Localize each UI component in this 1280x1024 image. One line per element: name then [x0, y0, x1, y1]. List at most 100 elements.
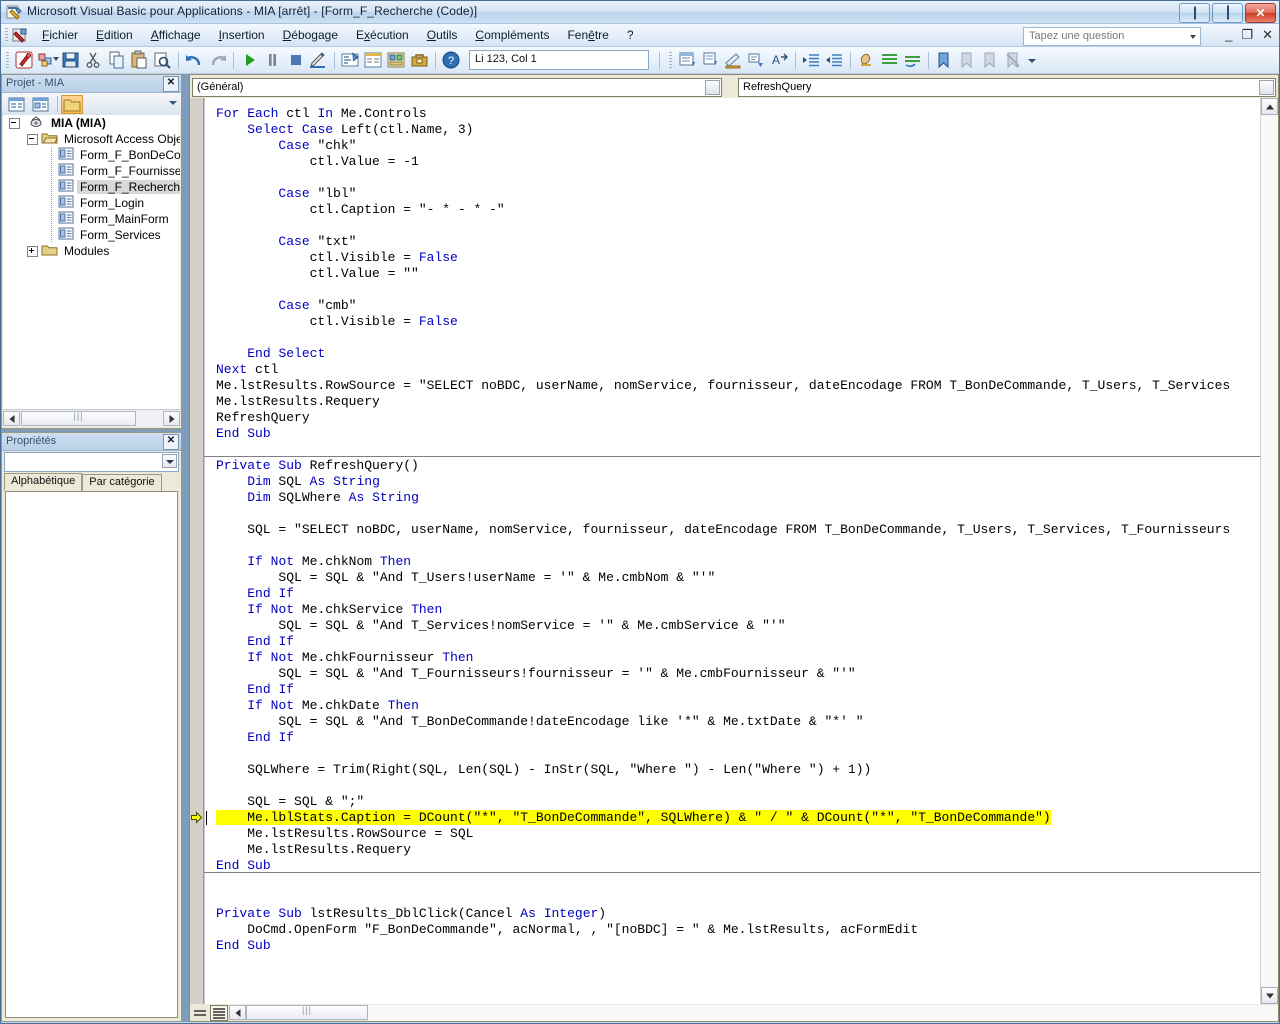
code-line[interactable]: Me.lstResults.Requery [204, 394, 1278, 410]
close-icon[interactable]: ✕ [163, 434, 179, 450]
view-object-icon[interactable] [30, 95, 52, 114]
code-line[interactable]: End Select [204, 346, 1278, 362]
scroll-right-button[interactable] [163, 411, 180, 426]
menu-affichage[interactable]: Affichage [142, 25, 210, 45]
mdi-close-button[interactable]: ✕ [1262, 26, 1273, 44]
tab-alphabetique[interactable]: Alphabétique [4, 473, 83, 491]
code-text[interactable]: For Each ctl In Me.Controls Select Case … [204, 98, 1278, 1021]
menu-insertion[interactable]: Insertion [210, 25, 274, 45]
full-module-view-button[interactable] [210, 1004, 228, 1021]
quick-info-icon[interactable] [722, 49, 745, 71]
design-mode-icon[interactable] [307, 49, 330, 71]
tree-node-form-bondecomm[interactable]: Form_F_BonDeComm [3, 147, 180, 163]
code-line[interactable] [204, 890, 1278, 906]
tree-node-form-login[interactable]: Form_Login [3, 195, 180, 211]
help-icon[interactable]: ? [440, 49, 463, 71]
code-line[interactable]: SQL = SQL & "And T_BonDeCommande!dateEnc… [204, 714, 1278, 730]
object-dropdown[interactable]: (Général) [192, 78, 722, 97]
menu-fichier[interactable]: Fichier [33, 25, 87, 45]
paste-icon[interactable] [128, 49, 151, 71]
tree-node-form-mainform[interactable]: Form_MainForm [3, 211, 180, 227]
comment-block-icon[interactable] [878, 49, 901, 71]
code-line[interactable]: If Not Me.chkService Then [204, 602, 1278, 618]
undo-icon[interactable] [183, 49, 206, 71]
code-line[interactable] [204, 218, 1278, 234]
code-line[interactable]: For Each ctl In Me.Controls [204, 106, 1278, 122]
hscroll-thumb[interactable] [21, 411, 136, 426]
procedure-dropdown[interactable]: RefreshQuery [738, 78, 1276, 97]
code-line[interactable]: Case "chk" [204, 138, 1278, 154]
menu-edition[interactable]: Edition [87, 25, 142, 45]
project-explorer-icon[interactable] [339, 49, 362, 71]
code-line[interactable] [204, 506, 1278, 522]
object-browser-icon[interactable] [385, 49, 408, 71]
tree-node-form-fournisseur[interactable]: Form_F_Fournisseur [3, 163, 180, 179]
view-access-icon[interactable] [13, 49, 36, 71]
cut-icon[interactable] [82, 49, 105, 71]
code-line[interactable] [204, 170, 1278, 186]
menu-execution[interactable]: Exécution [347, 25, 418, 45]
code-line[interactable]: Me.lblStats.Caption = DCount("*", "T_Bon… [204, 810, 1278, 826]
find-icon[interactable] [151, 49, 174, 71]
code-line[interactable]: Dim SQL As String [204, 474, 1278, 490]
code-line[interactable]: SQL = SQL & "And T_Users!userName = '" &… [204, 570, 1278, 586]
toggle-breakpoint-icon[interactable] [855, 49, 878, 71]
project-explorer-hscrollbar[interactable] [3, 409, 180, 427]
menu-complements[interactable]: Compléments [466, 25, 558, 45]
minimize-button[interactable] [1179, 3, 1210, 23]
code-line[interactable] [204, 778, 1278, 794]
expander-icon[interactable] [27, 245, 38, 257]
code-line[interactable]: Me.lstResults.Requery [204, 842, 1278, 858]
menu-outils[interactable]: Outils [418, 25, 467, 45]
code-line[interactable]: RefreshQuery [204, 410, 1278, 426]
code-line[interactable]: SQLWhere = Trim(Right(SQL, Len(SQL) - In… [204, 762, 1278, 778]
code-vscrollbar[interactable] [1260, 98, 1278, 1004]
mdi-restore-button[interactable]: ❐ [1241, 26, 1253, 44]
toolbar-overflow-button[interactable] [1025, 50, 1037, 70]
chevron-down-icon[interactable] [705, 80, 720, 95]
expander-icon[interactable] [9, 117, 20, 129]
code-line[interactable] [204, 874, 1278, 890]
code-editor[interactable]: For Each ctl In Me.Controls Select Case … [190, 98, 1278, 1021]
code-line[interactable]: Case "cmb" [204, 298, 1278, 314]
code-line[interactable]: ctl.Visible = False [204, 314, 1278, 330]
outdent-icon[interactable] [823, 49, 846, 71]
project-tree[interactable]: MIA (MIA) Microsoft Access Objets Form_F… [3, 115, 180, 409]
chevron-down-icon[interactable] [1190, 35, 1196, 39]
margin-indicator-bar[interactable] [190, 98, 204, 1021]
tree-node-access-objects[interactable]: Microsoft Access Objets [3, 131, 180, 147]
scroll-up-button[interactable] [1261, 98, 1278, 115]
menu-fenetre[interactable]: Fenêtre [558, 25, 617, 45]
redo-icon[interactable] [206, 49, 229, 71]
code-line[interactable]: SQL = "SELECT noBDC, userName, nomServic… [204, 522, 1278, 538]
stop-icon[interactable] [284, 49, 307, 71]
scroll-left-button[interactable] [3, 411, 20, 426]
code-line[interactable]: Dim SQLWhere As String [204, 490, 1278, 506]
code-line[interactable]: ctl.Caption = "- * - * -" [204, 202, 1278, 218]
mdi-minimize-button[interactable]: _ [1225, 26, 1232, 44]
properties-grid[interactable] [5, 491, 178, 1018]
hscroll-track[interactable] [368, 1004, 1278, 1021]
complete-word-icon[interactable]: A [768, 49, 791, 71]
toolbar-grip[interactable] [6, 52, 9, 68]
tree-node-modules[interactable]: Modules [3, 243, 180, 259]
code-line[interactable] [204, 746, 1278, 762]
next-bookmark-icon[interactable] [956, 49, 979, 71]
code-line[interactable]: End Sub [204, 426, 1278, 442]
tree-node-project[interactable]: MIA (MIA) [3, 115, 180, 131]
code-line[interactable]: End Sub [204, 938, 1278, 954]
properties-object-combo[interactable] [4, 452, 179, 472]
code-line[interactable] [204, 282, 1278, 298]
close-icon[interactable]: ✕ [163, 76, 179, 92]
ask-a-question-box[interactable]: Tapez une question [1023, 27, 1201, 46]
code-line[interactable]: DoCmd.OpenForm "F_BonDeCommande", acNorm… [204, 922, 1278, 938]
code-line[interactable]: If Not Me.chkDate Then [204, 698, 1278, 714]
code-line[interactable]: Me.lstResults.RowSource = SQL [204, 826, 1278, 842]
properties-window-icon[interactable] [362, 49, 385, 71]
code-line[interactable]: SQL = SQL & "And T_Services!nomService =… [204, 618, 1278, 634]
code-line[interactable]: End If [204, 730, 1278, 746]
code-line[interactable]: Private Sub RefreshQuery() [204, 458, 1278, 474]
toggle-bookmark-icon[interactable] [933, 49, 956, 71]
code-line[interactable]: Private Sub lstResults_DblClick(Cancel A… [204, 906, 1278, 922]
uncomment-block-icon[interactable] [901, 49, 924, 71]
